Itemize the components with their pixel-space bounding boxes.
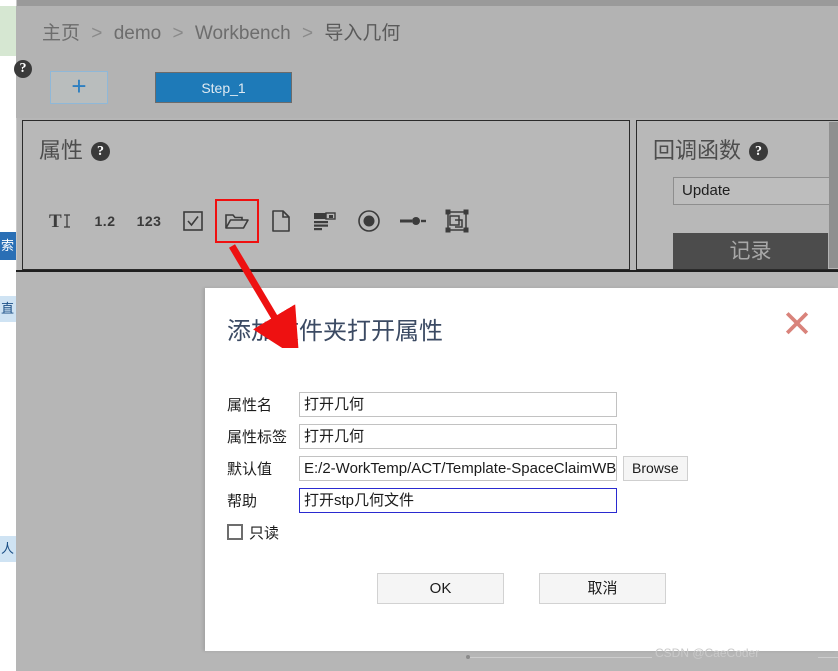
breadcrumb-bar: 主页 > demo > Workbench > 导入几何: [16, 6, 838, 56]
breadcrumb-item-workbench[interactable]: Workbench: [195, 23, 291, 44]
tab-record[interactable]: 记录: [673, 233, 828, 269]
watermark-line-left: [470, 657, 652, 658]
property-name-input[interactable]: 打开几何: [299, 392, 617, 417]
add-step-button[interactable]: +: [50, 71, 108, 104]
app-root: 索 直 人 主页 > demo > Workbench > 导入几何 ? + S…: [0, 0, 838, 671]
dialog-title: 添加文件夹打开属性: [227, 319, 443, 345]
property-type-icon-row: T 1.2 123: [39, 199, 479, 243]
property-label-label: 属性标签: [227, 429, 288, 446]
svg-text:T: T: [49, 211, 62, 232]
default-value-label: 默认值: [227, 461, 273, 478]
callback-panel: 回调函数? Update 记录: [636, 120, 838, 270]
sidebar-item-third-label: 人: [1, 541, 15, 556]
callback-panel-title: 回调函数?: [653, 133, 769, 165]
readonly-checkbox-row[interactable]: 只读: [227, 520, 817, 544]
double-property-icon-label: 1.2: [94, 213, 116, 229]
properties-panel: 属性? T 1.2 123: [22, 120, 630, 270]
breadcrumb: 主页 > demo > Workbench > 导入几何: [42, 18, 400, 45]
help-text-input[interactable]: 打开stp几何文件: [299, 488, 617, 513]
sidebar-item-selected-label: 索: [1, 238, 15, 253]
question-mark-icon[interactable]: ?: [749, 142, 769, 161]
radio-property-icon[interactable]: [347, 199, 391, 243]
form-row-property-label: 属性标签 打开几何: [227, 424, 817, 449]
double-property-icon[interactable]: 1.2: [83, 199, 127, 243]
step-toolbar: [16, 56, 838, 118]
integer-property-icon[interactable]: 123: [127, 199, 171, 243]
sidebar-item-selected[interactable]: 索: [0, 232, 16, 260]
ok-button[interactable]: OK: [377, 573, 504, 604]
file-property-icon[interactable]: [259, 199, 303, 243]
readonly-label: 只读: [249, 524, 280, 542]
panel-scrollbar[interactable]: [829, 122, 838, 268]
dialog-form: 属性名 打开几何 属性标签 打开几何 默认值 E:/2-WorkTemp/ACT…: [227, 392, 817, 544]
checkbox-property-icon[interactable]: [171, 199, 215, 243]
breadcrumb-separator: >: [172, 23, 184, 44]
step-tab-step1[interactable]: Step_1: [155, 72, 292, 103]
question-mark-icon[interactable]: ?: [14, 60, 32, 78]
dialog-button-row: OK 取消: [205, 573, 838, 604]
sidebar-item-second-label: 直: [1, 301, 15, 316]
left-sidebar-rail[interactable]: 索 直 人: [0, 0, 17, 671]
property-label-input[interactable]: 打开几何: [299, 424, 617, 449]
form-row-property-name: 属性名 打开几何: [227, 392, 817, 417]
geometry-selection-property-icon[interactable]: [435, 199, 479, 243]
properties-panel-title: 属性?: [39, 133, 111, 165]
help-label: 帮助: [227, 493, 258, 510]
form-row-default-value: 默认值 E:/2-WorkTemp/ACT/Template-SpaceClai…: [227, 456, 817, 481]
callback-panel-title-label: 回调函数: [653, 138, 742, 163]
integer-property-icon-label: 123: [136, 213, 162, 229]
list-property-icon[interactable]: [303, 199, 347, 243]
folder-open-property-icon[interactable]: [215, 199, 259, 243]
text-property-icon[interactable]: T: [39, 199, 83, 243]
breadcrumb-separator: >: [301, 23, 314, 44]
form-row-help: 帮助 打开stp几何文件: [227, 488, 817, 513]
node-link-property-icon[interactable]: [391, 199, 435, 243]
callback-function-input[interactable]: Update: [673, 177, 838, 205]
breadcrumb-item-current: 导入几何: [324, 23, 401, 44]
breadcrumb-item-home[interactable]: 主页: [42, 23, 80, 44]
question-mark-icon[interactable]: ?: [91, 142, 111, 161]
watermark-line-right: [818, 657, 838, 658]
property-name-label: 属性名: [227, 397, 273, 414]
properties-panel-title-label: 属性: [39, 138, 84, 163]
watermark: CSDN @CaeCoder: [655, 646, 760, 660]
sidebar-item-second[interactable]: 直: [0, 296, 16, 322]
default-value-input[interactable]: E:/2-WorkTemp/ACT/Template-SpaceClaimWB: [299, 456, 617, 481]
browse-button[interactable]: Browse: [623, 456, 688, 481]
close-icon[interactable]: ✕: [778, 306, 816, 346]
sidebar-item-third[interactable]: 人: [0, 536, 16, 562]
breadcrumb-item-demo[interactable]: demo: [114, 23, 162, 44]
add-folder-property-dialog: 添加文件夹打开属性 ✕ 属性名 打开几何 属性标签 打开几何 默认值 E:/2-…: [205, 288, 838, 651]
readonly-checkbox[interactable]: [227, 524, 243, 540]
rail-segment-green: [0, 6, 16, 56]
cancel-button[interactable]: 取消: [539, 573, 666, 604]
breadcrumb-separator: >: [91, 23, 103, 44]
